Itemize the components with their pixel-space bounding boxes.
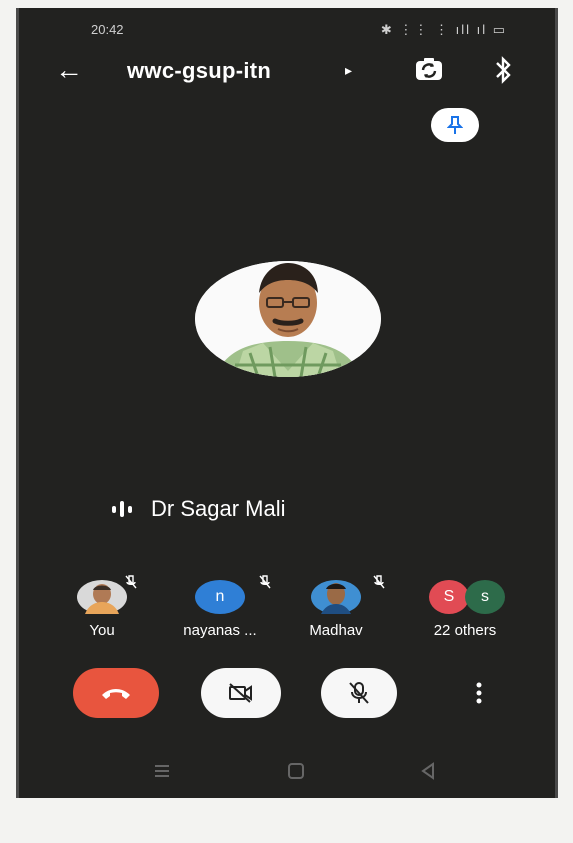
back-nav-icon[interactable] bbox=[417, 760, 439, 782]
speaker-avatar bbox=[195, 261, 381, 377]
participant-label: 22 others bbox=[433, 622, 497, 639]
call-header: ← wwc-gsup-itn ▸ bbox=[19, 48, 555, 94]
more-vert-icon bbox=[476, 682, 482, 704]
avatar-stack: S s bbox=[421, 580, 509, 614]
mic-off-icon bbox=[125, 575, 137, 589]
home-icon[interactable] bbox=[285, 760, 307, 782]
end-call-button[interactable] bbox=[73, 668, 159, 718]
avatar: s bbox=[465, 580, 505, 614]
phone-screen: 20:42 ✱ ⋮⋮ ⋮ ıll ıl ▭ ← wwc-gsup-itn ▸ D… bbox=[16, 8, 558, 798]
bluetooth-icon[interactable] bbox=[493, 54, 513, 86]
avatar: n bbox=[195, 580, 245, 614]
call-controls bbox=[19, 668, 555, 738]
status-bar: 20:42 ✱ ⋮⋮ ⋮ ıll ıl ▭ bbox=[19, 18, 555, 40]
participant-madhav[interactable]: Madhav bbox=[281, 575, 391, 639]
participant-you[interactable]: You bbox=[47, 575, 157, 639]
status-time: 20:42 bbox=[91, 22, 124, 37]
arrow-left-icon[interactable]: ← bbox=[55, 54, 83, 86]
participant-label: Madhav bbox=[309, 622, 363, 639]
meeting-title[interactable]: wwc-gsup-itn bbox=[127, 58, 271, 84]
person-photo bbox=[195, 261, 381, 377]
camera-off-icon bbox=[229, 683, 252, 703]
end-call-icon bbox=[102, 689, 130, 699]
recent-apps-icon[interactable] bbox=[151, 760, 173, 782]
mic-off-icon bbox=[349, 682, 369, 704]
mic-off-icon bbox=[259, 575, 271, 589]
participant-strip: You n nayanas ... Madhav S s 22 others bbox=[19, 575, 555, 640]
more-options-button[interactable] bbox=[469, 668, 489, 718]
participant-label: nayanas ... bbox=[183, 622, 257, 639]
avatar bbox=[77, 580, 127, 614]
participant-label: You bbox=[89, 622, 115, 639]
participant-nayanas[interactable]: n nayanas ... bbox=[165, 575, 275, 639]
status-icons: ✱ ⋮⋮ ⋮ ıll ıl ▭ bbox=[380, 22, 507, 37]
avatar bbox=[311, 580, 361, 614]
active-speaker: Dr Sagar Mali bbox=[111, 496, 285, 522]
caret-right-icon[interactable]: ▸ bbox=[345, 62, 352, 79]
participant-others[interactable]: S s 22 others bbox=[405, 580, 525, 639]
mic-off-icon bbox=[373, 575, 385, 589]
mic-toggle-button[interactable] bbox=[321, 668, 397, 718]
camera-toggle-button[interactable] bbox=[201, 668, 281, 718]
system-nav-bar bbox=[19, 760, 555, 786]
audio-level-icon bbox=[112, 501, 132, 517]
pin-icon bbox=[447, 116, 463, 134]
avatar: S bbox=[429, 580, 469, 614]
speaker-name: Dr Sagar Mali bbox=[151, 496, 286, 521]
pin-button[interactable] bbox=[431, 108, 479, 142]
switch-camera-icon[interactable] bbox=[411, 52, 447, 88]
